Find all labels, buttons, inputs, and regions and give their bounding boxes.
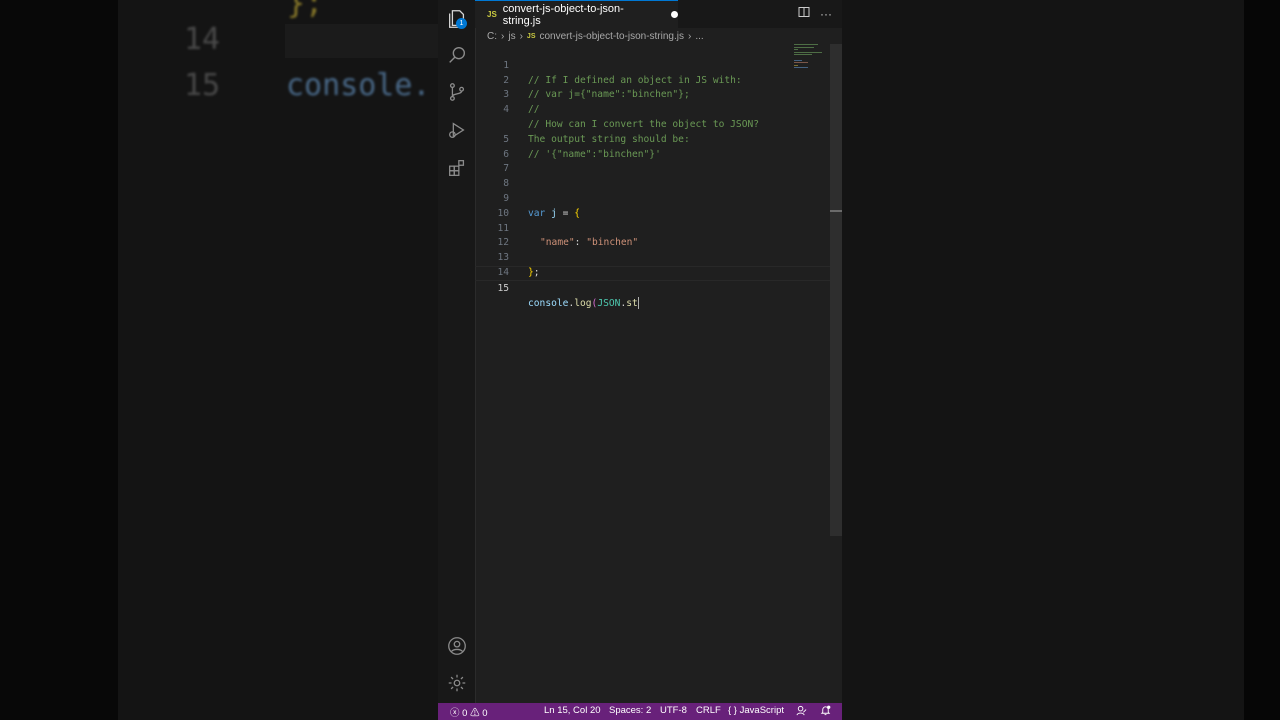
backdrop-highlight-row — [285, 24, 438, 58]
text-cursor — [637, 296, 639, 309]
javascript-file-icon: JS — [487, 10, 497, 19]
code-json-object: JSON — [597, 297, 621, 309]
error-icon: ⓧ — [450, 708, 460, 719]
code-line: 6 — [475, 133, 830, 160]
code-line: 14 — [475, 251, 830, 278]
tab-bar: JS convert-js-object-to-json-string.js ·… — [475, 0, 842, 28]
breadcrumb-folder[interactable]: js — [508, 31, 515, 42]
code-line: 5 // '{"name":"binchen"}' — [475, 118, 830, 160]
error-count: 0 — [462, 708, 468, 719]
line-number: 15 — [497, 282, 509, 294]
code-line: 3 // — [475, 74, 830, 115]
braces-icon: { } — [728, 705, 737, 716]
notifications-bell-icon[interactable] — [820, 705, 831, 719]
scrollbar-cursor-marker — [830, 210, 842, 212]
extensions-icon[interactable] — [446, 157, 468, 179]
code-line: 7 — [475, 148, 830, 174]
code-line: 1 // If I defined an object in JS with: — [475, 44, 830, 86]
blurred-backdrop-right — [842, 0, 1280, 720]
backdrop-line-13: }; — [287, 0, 324, 21]
indentation[interactable]: Spaces: 2 — [609, 705, 651, 716]
activity-bar: 1 — [438, 0, 476, 703]
code-line: 8 — [475, 162, 830, 189]
status-bar: ⓧ 0 ⚠ 0 Ln 15, Col 20 Spaces: 2 UTF-8 CR… — [438, 703, 842, 720]
code-function: log — [574, 297, 592, 309]
account-icon[interactable] — [446, 635, 468, 657]
code-line: 4 // How can I convert the object to JSO… — [475, 88, 830, 130]
explorer-badge: 1 — [456, 18, 467, 29]
warning-count: 0 — [482, 708, 488, 719]
code-line: 12 — [475, 222, 830, 248]
tab-active-file[interactable]: JS convert-js-object-to-json-string.js — [475, 0, 678, 28]
code-line: 11 "name": "binchen" — [475, 207, 830, 249]
breadcrumb-separator: › — [687, 30, 692, 42]
breadcrumb-drive[interactable]: C: — [487, 31, 497, 42]
backdrop-line-number-14: 14 — [184, 22, 221, 57]
split-editor-icon[interactable] — [798, 6, 810, 21]
feedback-icon[interactable] — [796, 705, 807, 719]
code-line: 13 }; — [475, 236, 830, 278]
breadcrumb-more[interactable]: ... — [695, 31, 703, 42]
breadcrumb-separator: › — [519, 30, 523, 42]
editor-window: 1 JS convert-js-object-to-json-string.js — [438, 0, 842, 720]
code-line: 9 var j = { — [475, 177, 830, 219]
run-debug-icon[interactable] — [446, 119, 468, 141]
code-line-current: 15 console.log(JSON.st — [475, 265, 830, 309]
code-editor[interactable]: 1 // If I defined an object in JS with: … — [475, 44, 830, 309]
backdrop-dark-strip-right — [1244, 0, 1280, 720]
problems-indicator[interactable]: ⓧ 0 ⚠ 0 — [450, 705, 488, 719]
backdrop-line-15-code: console. — [286, 68, 431, 103]
unsaved-dot-icon[interactable] — [671, 11, 678, 18]
source-control-icon[interactable] — [446, 81, 468, 103]
backdrop-dark-strip — [0, 0, 118, 720]
search-icon[interactable] — [446, 44, 468, 66]
code-line: 10 — [475, 192, 830, 219]
cursor-position[interactable]: Ln 15, Col 20 — [544, 705, 601, 716]
javascript-file-icon: JS — [526, 32, 536, 40]
editor-actions: ··· — [798, 6, 832, 21]
code-line-wrapped: The output string should be: — [475, 103, 830, 145]
blurred-backdrop-left: }; 14 15 console. — [0, 0, 438, 720]
language-mode[interactable]: { } JavaScript — [728, 705, 784, 716]
code-partial-method: st — [626, 297, 638, 309]
vertical-scrollbar[interactable] — [830, 44, 842, 536]
encoding[interactable]: UTF-8 — [660, 705, 687, 716]
breadcrumb: C: › js › JS convert-js-object-to-json-s… — [487, 29, 704, 43]
breadcrumb-file[interactable]: convert-js-object-to-json-string.js — [539, 31, 684, 42]
tab-title: convert-js-object-to-json-string.js — [502, 2, 624, 27]
code-object: console — [528, 297, 569, 309]
backdrop-line-number-15: 15 — [184, 68, 221, 103]
minimap[interactable] — [794, 44, 824, 74]
language-label: JavaScript — [739, 705, 784, 716]
more-actions-icon[interactable]: ··· — [820, 7, 832, 21]
end-of-line[interactable]: CRLF — [696, 705, 721, 716]
breadcrumb-separator: › — [501, 30, 505, 42]
code-line: 2 // var j={"name":"binchen"}; — [475, 59, 830, 101]
manage-gear-icon[interactable] — [446, 672, 468, 694]
warning-icon: ⚠ — [470, 708, 480, 719]
